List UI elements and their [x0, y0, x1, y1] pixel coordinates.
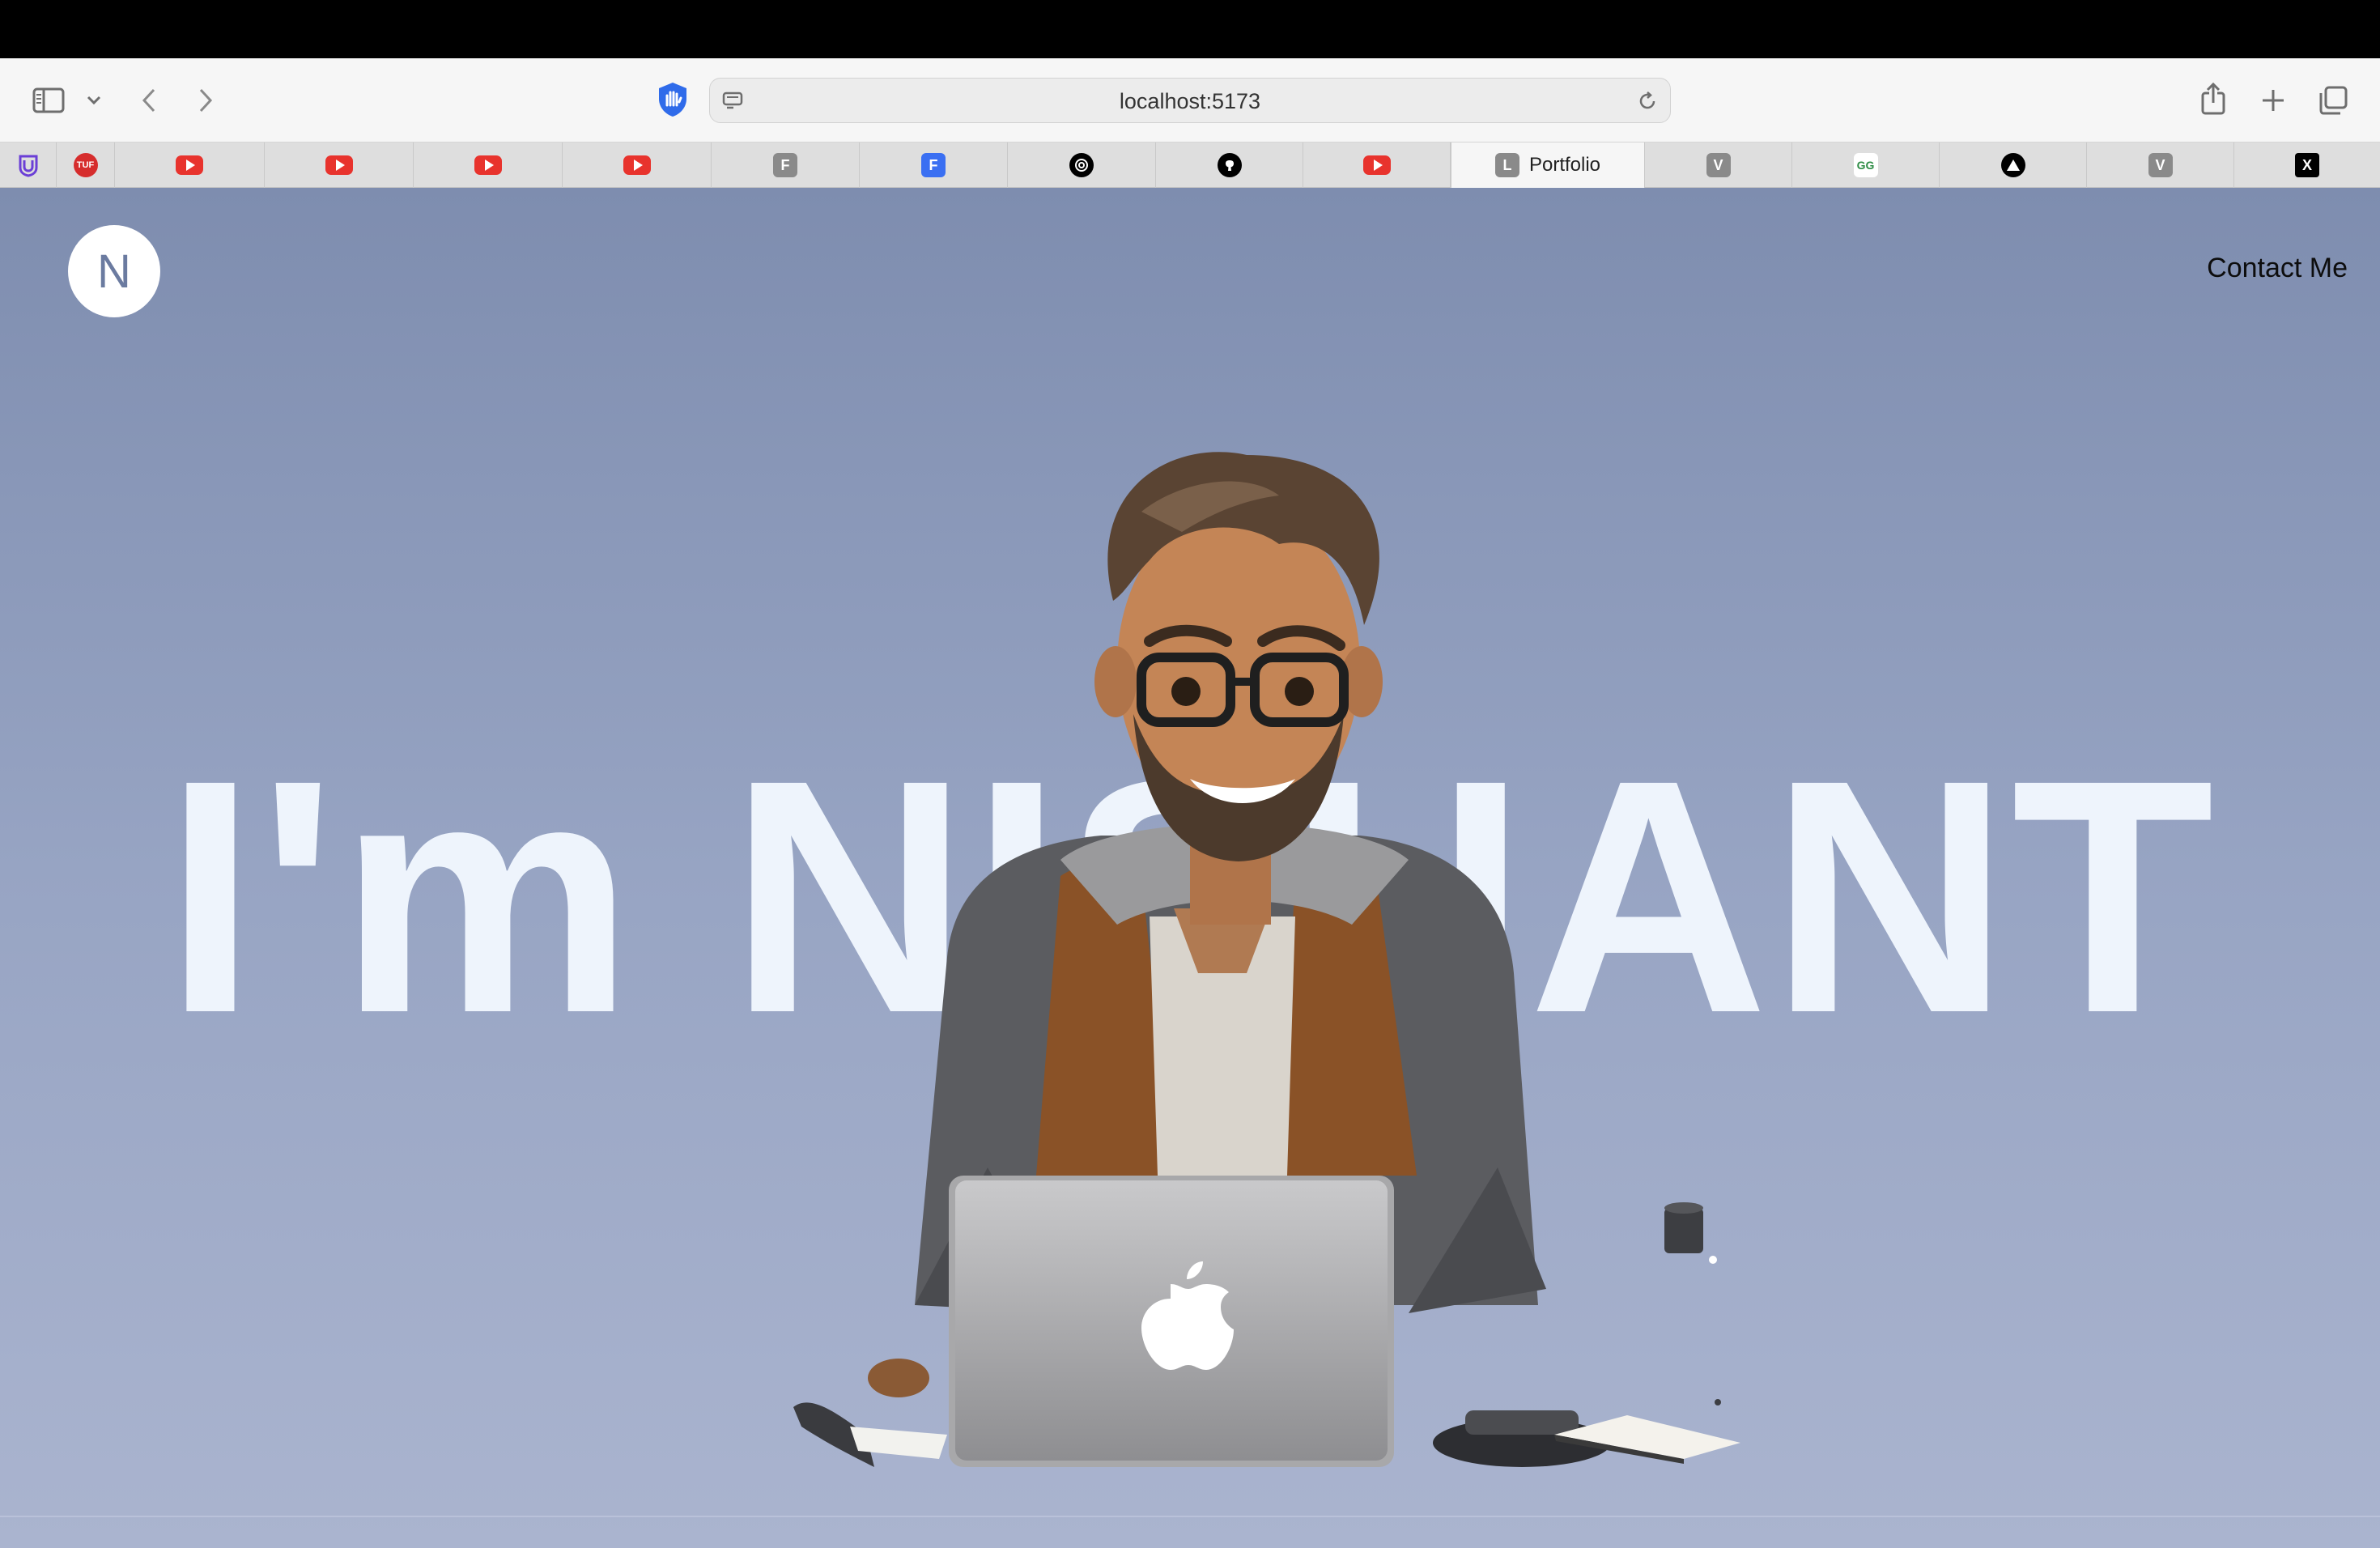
logo-badge[interactable]: N [68, 225, 160, 317]
f-blue-icon: F [921, 153, 946, 177]
sidebar-toggle-icon[interactable] [32, 84, 65, 117]
tab-youtube-2[interactable] [265, 142, 414, 188]
chevron-down-icon[interactable] [84, 91, 104, 110]
v-grey-icon: V [1706, 153, 1731, 177]
reload-icon[interactable] [1636, 90, 1659, 113]
tab-x[interactable]: X [2234, 142, 2380, 188]
privacy-shield-icon[interactable] [656, 81, 690, 118]
forward-icon[interactable] [193, 84, 219, 117]
share-icon[interactable] [2199, 81, 2228, 117]
contact-me-link[interactable]: Contact Me [2207, 253, 2348, 284]
tab-pinned-extension[interactable] [0, 142, 57, 188]
tab-pinned-tuf[interactable]: TUF [57, 142, 115, 188]
tab-youtube-4[interactable] [563, 142, 712, 188]
tab-title: Portfolio [1528, 154, 1601, 176]
tab-f-blue[interactable]: F [860, 142, 1008, 188]
youtube-icon [474, 155, 502, 175]
youtube-icon [176, 155, 203, 175]
portfolio-page: N Contact Me I'm NISHANT [0, 188, 2380, 1548]
v-grey-icon: V [2148, 153, 2173, 177]
tab-github[interactable] [1156, 142, 1303, 188]
f-grey-icon: F [773, 153, 797, 177]
tab-strip: TUF F F L Portfolio V GG V X [0, 142, 2380, 188]
triangle-icon [2000, 153, 2025, 177]
x-icon: X [2295, 153, 2319, 177]
openai-icon [1069, 153, 1094, 177]
youtube-icon [325, 155, 353, 175]
top-black-bar [0, 0, 2380, 58]
tab-portfolio[interactable]: L Portfolio [1451, 142, 1645, 188]
github-icon [1217, 153, 1242, 177]
tab-geeksforgeeks[interactable]: GG [1792, 142, 1940, 188]
tuf-icon: TUF [73, 153, 98, 177]
developer-illustration [793, 452, 1740, 1467]
tab-v-grey-1[interactable]: V [1645, 142, 1792, 188]
tab-f-grey[interactable]: F [712, 142, 860, 188]
tab-youtube-5[interactable] [1303, 142, 1451, 188]
geeksforgeeks-icon: GG [1853, 153, 1878, 177]
tab-v-grey-2[interactable]: V [2087, 142, 2234, 188]
address-bar-url: localhost:5173 [1119, 89, 1261, 113]
tab-openai[interactable] [1008, 142, 1156, 188]
tab-triangle[interactable] [1940, 142, 2087, 188]
browser-toolbar: localhost:5173 [0, 58, 2380, 142]
l-grey-icon: L [1494, 153, 1519, 177]
back-icon[interactable] [136, 84, 162, 117]
tab-youtube-1[interactable] [115, 142, 265, 188]
new-tab-icon[interactable] [2259, 86, 2288, 115]
tab-youtube-3[interactable] [414, 142, 563, 188]
youtube-icon [1362, 155, 1391, 175]
tab-overview-icon[interactable] [2317, 84, 2349, 117]
youtube-icon [623, 155, 651, 175]
extension-icon [16, 153, 40, 177]
address-bar[interactable]: localhost:5173 [709, 78, 1671, 123]
